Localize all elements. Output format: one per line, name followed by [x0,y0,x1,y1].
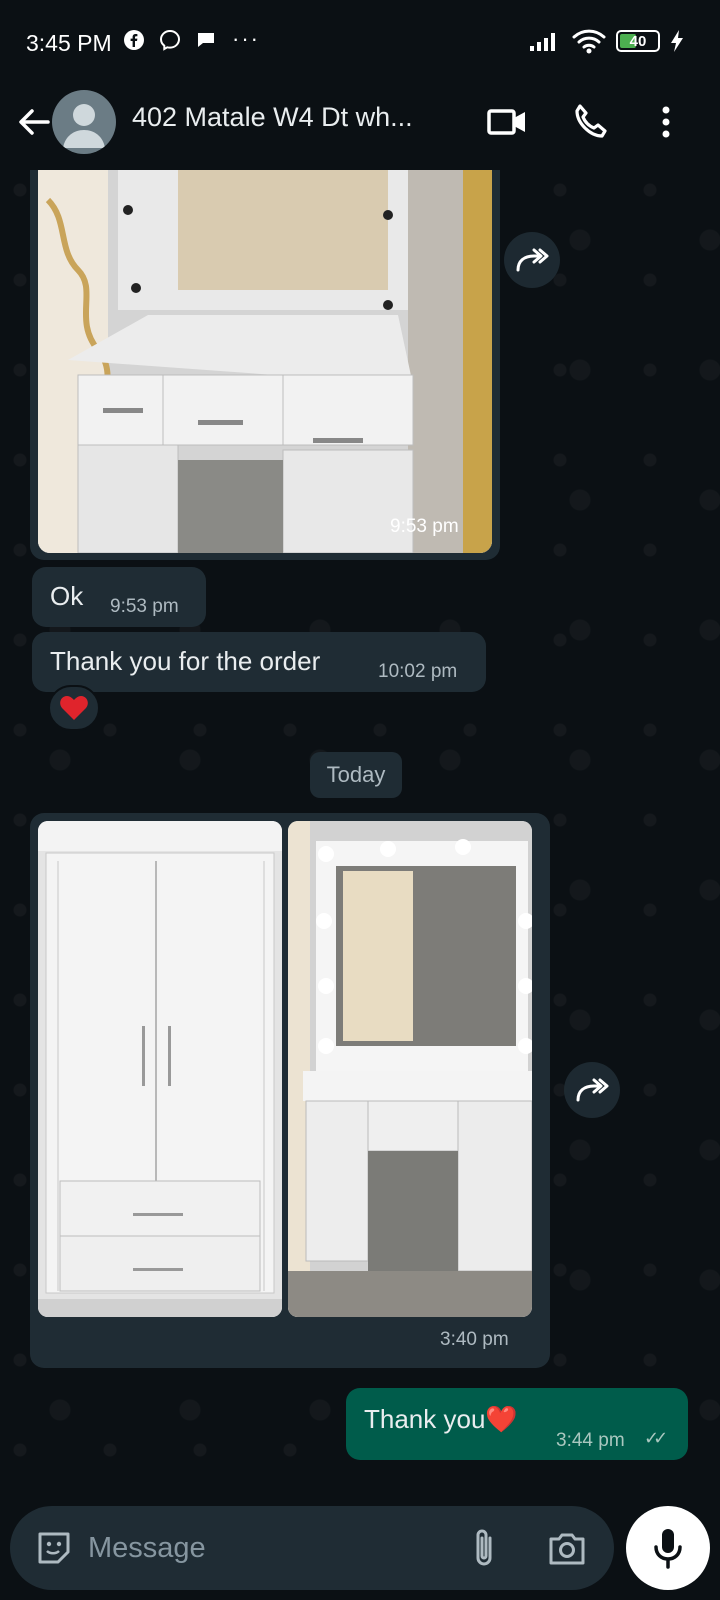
status-time: 3:45 PM [26,30,112,56]
forward-button[interactable] [564,1062,620,1118]
chat-title[interactable]: 402 Matale W4 Dt wh... [132,102,413,133]
message-bubble[interactable]: Ok 9:53 pm [32,567,206,627]
message-time: 9:53 pm [390,516,459,537]
person-icon [63,104,105,148]
back-arrow-icon[interactable] [14,102,54,142]
voice-call-icon[interactable] [566,98,614,146]
message-time: 3:44 pm [556,1430,625,1451]
forward-button[interactable] [504,232,560,288]
facebook-icon [124,30,144,50]
contact-avatar[interactable] [52,90,116,154]
battery-icon: 40 [616,30,660,52]
date-separator: Today [310,752,402,798]
message-text: Thank you for the order [50,646,321,676]
vanity-mirror-image [288,821,532,1317]
heart-icon [60,696,88,720]
forward-icon [516,248,549,272]
battery-level: 40 [629,32,647,50]
message-text: Thank you❤️ [364,1404,518,1434]
message-input[interactable]: Message [88,1532,206,1565]
sticker-icon[interactable] [34,1528,74,1568]
messenger-icon [159,29,181,51]
chat-area: 9:53 pm Ok 9:53 pm Thank you for the ord… [0,170,720,1500]
wardrobe-photo[interactable] [38,821,282,1317]
vanity-photo[interactable] [38,170,492,553]
message-time: 9:53 pm [110,596,179,617]
microphone-icon [654,1529,682,1569]
charging-icon [671,30,683,52]
outgoing-message[interactable]: Thank you❤️ 3:44 pm ✓✓ [346,1388,688,1460]
message-time: 3:40 pm [440,1329,509,1350]
video-call-icon[interactable] [484,98,532,146]
message-text: Ok [50,581,84,611]
camera-icon[interactable] [546,1528,588,1568]
vanity-image [38,170,492,553]
wardrobe-image [38,821,282,1317]
message-input-bar[interactable]: Message [10,1506,614,1590]
reaction-badge[interactable] [48,685,100,731]
status-bar: 3:45 PM ··· 40 [0,0,720,84]
album-message[interactable]: 3:40 pm [30,813,550,1368]
chat-header: 402 Matale W4 Dt wh... [0,84,720,170]
more-options-icon[interactable] [642,98,690,146]
signal-icon [530,33,555,51]
vanity-mirror-photo[interactable] [288,821,532,1317]
message-time: 10:02 pm [378,661,458,682]
attach-icon[interactable] [468,1526,500,1570]
message-bubble[interactable]: Thank you for the order 10:02 pm [32,632,486,692]
wifi-icon [572,29,606,54]
read-receipt-icon: ✓✓ [644,1428,668,1448]
chat-bubble-icon [198,33,214,47]
forward-icon [576,1078,609,1102]
more-notifications-icon: ··· [232,26,260,51]
voice-message-button[interactable] [626,1506,710,1590]
image-message[interactable]: 9:53 pm [30,170,500,560]
